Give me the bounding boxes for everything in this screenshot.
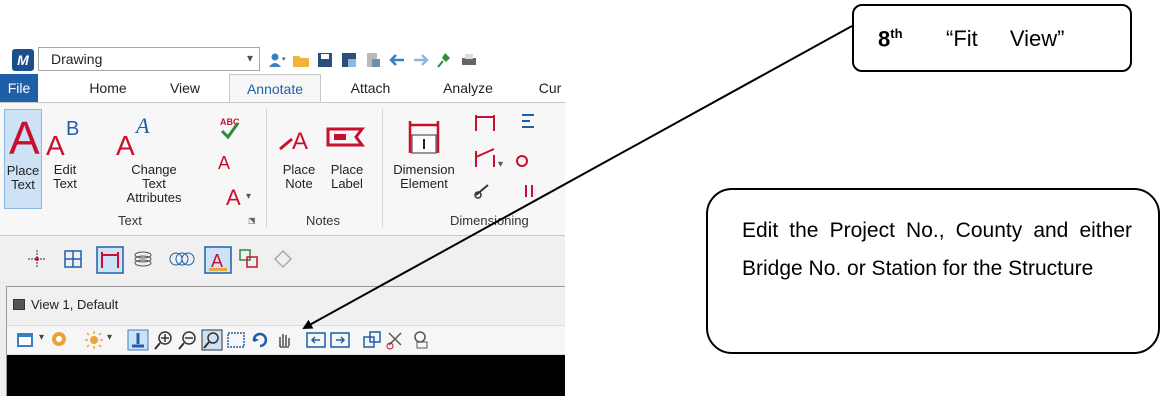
spell-check-icon: ABCAA ▾ [218,117,251,210]
group-separator [382,109,383,227]
redo-icon[interactable] [412,51,430,69]
saved-view-icon[interactable] [409,329,431,351]
svg-text:A: A [226,185,241,209]
view-window: View 1, Default ▾ ▾ [6,286,565,396]
attributes-toolbar: A [0,236,565,282]
change-text-icon: AA [116,113,150,161]
change-text-attributes-label: Change Text Attributes [126,162,182,205]
tab-annotate[interactable]: Annotate [229,74,321,102]
window-area-icon[interactable] [201,329,223,351]
svg-text:▾: ▾ [498,159,503,170]
edit-instructions-callout: Edit the Project No., County and either … [706,188,1160,354]
dimension-toggle-icon[interactable] [96,246,124,274]
chevron-down-icon[interactable]: ▾ [107,332,112,343]
update-view-icon[interactable] [127,329,149,351]
place-label-label: Place Label [330,162,364,191]
chevron-down-icon[interactable]: ▾ [39,332,44,343]
place-text-label: Place Text [6,163,40,192]
tab-file[interactable]: File [0,74,38,102]
dimension-tools-stack[interactable]: ▾ [468,109,558,209]
copy-view-icon[interactable] [361,329,383,351]
tab-attach[interactable]: Attach [338,74,403,102]
view-next-icon[interactable] [329,329,351,351]
dialog-launcher-icon[interactable]: ⬔ [248,216,256,225]
svg-text:A: A [134,113,150,138]
zoom-in-icon[interactable] [153,329,175,351]
svg-text:A: A [46,130,65,161]
open-folder-icon[interactable] [292,51,310,69]
ribbon-tabs: File Home View Annotate Attach Analyze C… [0,74,565,103]
text-a-icon: A [9,114,40,158]
place-label-button[interactable]: Place Label [322,109,372,209]
dimension-element-label: Dimension Element [393,162,455,191]
display-style-icon[interactable] [272,248,294,270]
tab-home[interactable]: Home [78,74,138,102]
edit-text-icon: AB [46,118,79,161]
pin-icon[interactable] [436,51,454,69]
layers-icon[interactable] [132,248,154,270]
undo-icon[interactable] [388,51,406,69]
svg-text:▾: ▾ [282,56,286,63]
window-icon [13,299,25,310]
change-text-attributes-button[interactable]: AA Change Text Attributes [88,109,200,209]
dimension-tools-icon: ▾ [474,114,534,199]
fit-view-icon[interactable] [225,329,247,351]
edit-text-label: Edit Text [53,162,77,191]
view-window-title: View 1, Default [31,297,119,312]
edit-instructions-text: Edit the Project No., County and either … [742,219,1132,280]
dimension-element-button[interactable]: Dimension Element [388,109,460,209]
svg-text:A: A [292,128,308,155]
view-control-bar: ▾ ▾ [7,325,565,355]
fit-view-callout: 8th “Fit View” [852,4,1132,72]
place-note-icon: A [279,128,308,155]
notes-group-label: Notes [306,213,340,228]
tab-analyze[interactable]: Analyze [432,74,504,102]
text-style-icon[interactable]: A [204,246,232,274]
view-display-mode-icon[interactable] [49,329,71,351]
pan-view-icon[interactable] [273,329,295,351]
brightness-icon[interactable] [83,329,105,351]
svg-text:▾: ▾ [246,191,251,202]
workflow-combo[interactable]: Drawing ▾ [38,47,260,71]
view-attributes-icon[interactable] [15,329,37,351]
edit-text-button[interactable]: AB Edit Text [44,109,86,209]
snap-icon[interactable] [26,248,48,270]
microstation-window: M Drawing ▾ ▾ File Home View Annotate At… [0,0,565,396]
text-group-label: Text [118,213,142,228]
fit-view-callout-text: “Fit View” [946,26,1065,51]
rotate-view-icon[interactable] [249,329,271,351]
step-number: 8th [878,26,903,52]
grid-icon[interactable] [62,248,84,270]
cell-icon[interactable] [238,248,260,270]
dimension-element-icon [408,121,440,154]
tab-curve[interactable]: Cur [530,74,565,102]
compress-icon[interactable] [364,51,382,69]
group-separator [266,109,267,227]
zoom-out-icon[interactable] [177,329,199,351]
view-previous-icon[interactable] [305,329,327,351]
svg-text:B: B [66,118,79,140]
clip-volume-icon[interactable] [385,329,407,351]
place-note-label: Place Note [282,162,316,191]
text-tools-stack[interactable]: ABC A A ▾ [214,109,254,210]
view-canvas[interactable] [7,355,565,396]
svg-text:A: A [116,130,135,161]
place-label-icon [326,127,365,147]
chevron-down-icon[interactable]: ▾ [247,51,253,65]
app-logo-icon[interactable]: M [12,49,34,71]
save-settings-icon[interactable] [340,51,358,69]
line-styles-icon[interactable] [168,248,196,270]
workflow-combo-value: Drawing [51,51,103,67]
quick-access-toolbar: M Drawing ▾ ▾ [0,0,565,74]
place-note-button[interactable]: A Place Note [276,109,322,209]
svg-text:A: A [9,114,40,158]
save-icon[interactable] [316,51,334,69]
place-text-button[interactable]: A Place Text [4,109,42,209]
ribbon-annotate: A Place Text AB Edit Text AA Change Text… [0,103,565,236]
print-icon[interactable] [460,51,478,69]
user-icon[interactable]: ▾ [268,51,286,69]
svg-text:A: A [218,153,230,173]
dimensioning-group-label: Dimensioning [450,213,529,228]
tab-view[interactable]: View [160,74,210,102]
